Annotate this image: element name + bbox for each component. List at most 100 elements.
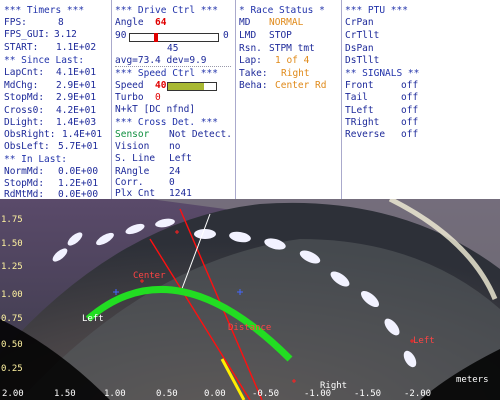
x-tick-label: -1.50 bbox=[354, 389, 382, 399]
cross-value: Not Detect. bbox=[169, 129, 232, 140]
start-row: START: 1.1E+02 bbox=[4, 42, 96, 54]
angle-label: Angle bbox=[115, 17, 144, 28]
y-tick-label: 0.25 bbox=[1, 364, 23, 374]
fps-gui-value: 3.12 bbox=[54, 29, 77, 40]
telemetry-window: *** Timers *** FPS: 8 FPS_GUI: 3.12 START:… bbox=[0, 0, 500, 400]
since-last-row: Cross0: 4.2E+01 bbox=[4, 105, 96, 117]
angle-scale-row: 90 0 bbox=[115, 30, 229, 42]
side-marker-label: Left bbox=[413, 336, 435, 346]
in-last-value: 0.0E+00 bbox=[58, 166, 99, 177]
in-last-label: StopMd: bbox=[4, 178, 45, 189]
status-panel: *** Timers *** FPS: 8 FPS_GUI: 3.12 START:… bbox=[0, 0, 500, 200]
signal-value: off bbox=[401, 117, 419, 128]
signal-label: Tail bbox=[345, 92, 368, 103]
rsn-row: Rsn. STPM tmt bbox=[239, 43, 315, 55]
since-last-label: ObsLeft: bbox=[4, 141, 50, 152]
angle-value: 64 bbox=[155, 17, 167, 28]
speed-row: Speed 40 bbox=[115, 80, 166, 92]
since-last-value: 4.1E+01 bbox=[56, 67, 97, 78]
angle-row: Angle 64 bbox=[115, 17, 166, 29]
since-last-row: ObsRight: 1.4E+01 bbox=[4, 129, 102, 141]
timers-header: *** Timers *** bbox=[4, 5, 85, 16]
cross-header: *** Cross Det. *** bbox=[115, 117, 218, 128]
lmd-row: LMD STOP bbox=[239, 30, 292, 42]
lane-left-label: Left bbox=[82, 314, 104, 324]
since-last-row: DLight: 1.4E+03 bbox=[4, 117, 96, 129]
md-row: MD NORMAL bbox=[239, 17, 303, 29]
camera-view: 1.75 1.50 1.25 1.00 0.75 0.50 0.25 2.00 … bbox=[0, 199, 500, 400]
distance-marker-label: Distance bbox=[228, 323, 272, 333]
angle-gauge bbox=[129, 33, 219, 42]
since-last-value: 5.7E+01 bbox=[58, 141, 99, 152]
take-label: Take: bbox=[239, 68, 268, 79]
since-last-label: ObsRight: bbox=[4, 129, 56, 140]
fps-gui-row: FPS_GUI: 3.12 bbox=[4, 29, 77, 41]
y-tick-label: 1.00 bbox=[1, 290, 23, 300]
nkt-status: N+kT [DC nfnd] bbox=[115, 104, 196, 115]
stats-underline bbox=[115, 66, 231, 67]
units-label: meters bbox=[456, 375, 489, 385]
rsn-label: Rsn. bbox=[239, 43, 262, 54]
lmd-label: LMD bbox=[239, 30, 257, 41]
cross-label: Corr. bbox=[115, 177, 144, 188]
cross-label: RAngle bbox=[115, 166, 150, 177]
x-tick-label: -0.50 bbox=[252, 389, 280, 399]
md-label: MD bbox=[239, 17, 251, 28]
ptu-item: CrTllt bbox=[345, 30, 380, 41]
since-last-value: 2.9E+01 bbox=[56, 80, 97, 91]
ptu-item: DsPan bbox=[345, 43, 374, 54]
speed-label: Speed bbox=[115, 80, 144, 91]
signal-row: Front off bbox=[345, 80, 418, 92]
cross-label: S. Line bbox=[115, 153, 156, 164]
angle-center: 45 bbox=[167, 43, 179, 54]
since-last-header: ** Since Last: bbox=[4, 55, 85, 66]
center-marker-label: Center bbox=[133, 271, 166, 281]
speed-gauge-fill bbox=[168, 83, 204, 90]
since-last-label: MdChg: bbox=[4, 80, 39, 91]
cross-value: Left bbox=[169, 153, 192, 164]
since-last-row: LapCnt: 4.1E+01 bbox=[4, 67, 96, 79]
signal-label: Front bbox=[345, 80, 374, 91]
since-last-value: 4.2E+01 bbox=[56, 105, 97, 116]
cross-row: Vision no bbox=[115, 141, 180, 153]
since-last-value: 1.4E+03 bbox=[56, 117, 97, 128]
signal-label: TRight bbox=[345, 117, 380, 128]
start-label: START: bbox=[4, 42, 39, 53]
lap-label: Lap: bbox=[239, 55, 262, 66]
fps-label: FPS: bbox=[4, 17, 27, 28]
x-tick-label: 1.00 bbox=[104, 389, 126, 399]
start-value: 1.1E+02 bbox=[56, 42, 97, 53]
since-last-label: DLight: bbox=[4, 117, 45, 128]
drive-header: *** Drive Ctrl *** bbox=[115, 5, 218, 16]
signal-value: off bbox=[401, 80, 419, 91]
take-value: Right bbox=[281, 68, 310, 79]
drive-column: *** Drive Ctrl *** Angle 64 90 0 45 avg=73… bbox=[111, 0, 236, 199]
x-tick-label: 1.50 bbox=[54, 389, 76, 399]
signal-label: Reverse bbox=[345, 129, 386, 140]
since-last-label: LapCnt: bbox=[4, 67, 45, 78]
speed-gauge bbox=[167, 82, 217, 91]
fps-value: 8 bbox=[58, 17, 64, 28]
y-tick-label: 0.75 bbox=[1, 314, 23, 324]
signal-label: TLeft bbox=[345, 105, 374, 116]
lane-right-label: Right bbox=[320, 381, 348, 391]
cross-row: Sensor Not Detect. bbox=[115, 129, 232, 141]
race-header: * Race Status * bbox=[239, 5, 325, 16]
y-tick-label: 1.50 bbox=[1, 239, 23, 249]
angle-min: 90 bbox=[115, 30, 127, 41]
rsn-value: STPM tmt bbox=[269, 43, 315, 54]
md-value: NORMAL bbox=[269, 17, 304, 28]
turbo-value: 0 bbox=[155, 92, 161, 103]
speed-value: 40 bbox=[155, 80, 167, 91]
cross-value: no bbox=[169, 141, 181, 152]
beha-row: Beha: Center Rd bbox=[239, 80, 326, 92]
camera-scene bbox=[0, 199, 500, 400]
angle-max: 0 bbox=[223, 30, 229, 41]
beha-label: Beha: bbox=[239, 80, 268, 91]
ptu-header: *** PTU *** bbox=[345, 5, 408, 16]
since-last-label: StopMd: bbox=[4, 92, 45, 103]
signal-row: Tail off bbox=[345, 92, 418, 104]
x-tick-label: 0.00 bbox=[204, 389, 226, 399]
x-tick-label: 2.00 bbox=[2, 389, 24, 399]
lane-dash bbox=[194, 229, 216, 239]
